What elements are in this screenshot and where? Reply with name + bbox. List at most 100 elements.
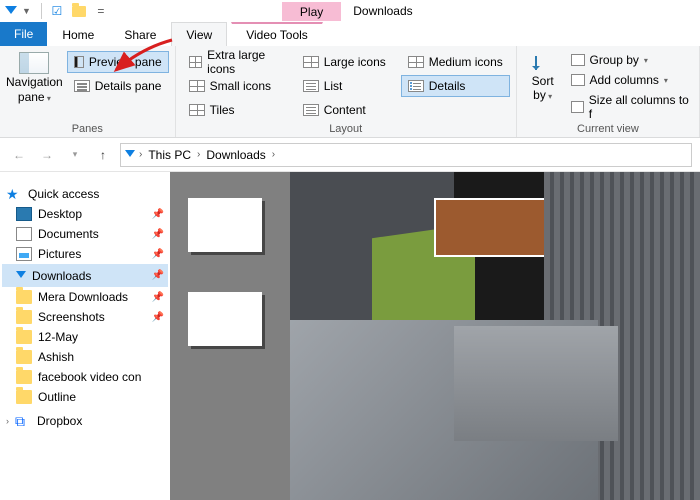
- control-menu-chevron[interactable]: ▼: [22, 6, 31, 16]
- pictures-icon: [16, 247, 32, 261]
- tab-file[interactable]: File: [0, 22, 47, 46]
- folder-icon: [16, 310, 32, 324]
- chevron-right-icon[interactable]: ›: [6, 416, 9, 426]
- details-pane-button[interactable]: Details pane: [67, 75, 169, 97]
- layout-details[interactable]: Details: [401, 75, 510, 97]
- ribbon-tabs: File Home Share View Video Tools: [0, 22, 700, 46]
- crumb-this-pc[interactable]: This PC: [146, 148, 193, 162]
- ribbon: Navigation pane ▾ Preview pane Details p…: [0, 46, 700, 138]
- dropbox-icon: ⧉: [15, 414, 31, 428]
- app-icon: [0, 0, 22, 22]
- group-by-icon: [571, 54, 585, 66]
- navigation-pane-button[interactable]: Navigation pane ▾: [6, 48, 63, 123]
- folder-icon: [16, 370, 32, 384]
- grid-icon: [303, 56, 319, 68]
- tree-item-desktop[interactable]: Desktop📌: [2, 204, 168, 224]
- qat-customize-icon[interactable]: =: [90, 0, 112, 22]
- file-thumbnail-strip: [170, 172, 290, 500]
- tree-item-downloads[interactable]: Downloads📌: [2, 264, 168, 287]
- details-pane-icon: [74, 80, 90, 92]
- video-preview-image: [290, 172, 700, 500]
- recent-locations-button[interactable]: ▾: [64, 144, 86, 166]
- navigation-tree: ★ Quick access Desktop📌 Documents📌 Pictu…: [0, 172, 170, 500]
- layout-content[interactable]: Content: [296, 99, 393, 121]
- breadcrumb[interactable]: › This PC › Downloads ›: [120, 143, 692, 167]
- address-bar: ← → ▾ ↑ › This PC › Downloads ›: [0, 138, 700, 172]
- tab-video-tools[interactable]: Video Tools: [231, 22, 323, 46]
- layout-medium[interactable]: Medium icons: [401, 51, 510, 73]
- tree-item-pictures[interactable]: Pictures📌: [2, 244, 168, 264]
- content-icon: [303, 104, 319, 116]
- layout-small[interactable]: Small icons: [182, 75, 288, 97]
- navigation-pane-icon: [19, 52, 49, 74]
- tab-home[interactable]: Home: [47, 22, 109, 46]
- folder-icon: [16, 330, 32, 344]
- layout-list[interactable]: List: [296, 75, 393, 97]
- chevron-right-icon[interactable]: ›: [272, 149, 275, 160]
- layout-tiles[interactable]: Tiles: [182, 99, 288, 121]
- forward-button[interactable]: →: [36, 144, 58, 166]
- size-columns-icon: [571, 101, 584, 113]
- details-icon: [408, 80, 424, 92]
- tree-item-ashish[interactable]: Ashish: [2, 347, 168, 367]
- add-columns-icon: [571, 74, 585, 86]
- preview-pane-content: [290, 172, 700, 500]
- sort-icon: [531, 52, 555, 74]
- tree-item-facebook[interactable]: facebook video con: [2, 367, 168, 387]
- contextual-tab-header: Play: [282, 2, 341, 21]
- group-current-view-label: Current view: [523, 123, 693, 137]
- group-layout-label: Layout: [182, 123, 510, 137]
- tree-item-screenshots[interactable]: Screenshots📌: [2, 307, 168, 327]
- layout-extra-large[interactable]: Extra large icons: [182, 51, 288, 73]
- desktop-icon: [16, 207, 32, 221]
- window-title: Downloads: [353, 4, 412, 18]
- chevron-right-icon[interactable]: ›: [139, 149, 142, 160]
- titlebar: ▼ ☑ = Play Downloads: [0, 0, 700, 22]
- group-panes: Navigation pane ▾ Preview pane Details p…: [0, 46, 176, 137]
- downloads-icon: [16, 271, 26, 284]
- preview-pane-icon: [74, 56, 84, 68]
- file-thumbnail[interactable]: [188, 292, 262, 346]
- tree-dropbox[interactable]: › ⧉ Dropbox: [2, 411, 168, 431]
- folder-icon: [16, 350, 32, 364]
- location-icon: [125, 150, 135, 163]
- layout-large[interactable]: Large icons: [296, 51, 393, 73]
- list-icon: [303, 80, 319, 92]
- add-columns-button[interactable]: Add columns ▾: [567, 71, 693, 89]
- tiles-icon: [189, 104, 205, 116]
- folder-icon: [16, 390, 32, 404]
- pin-icon: 📌: [152, 270, 164, 281]
- grid-icon: [189, 80, 205, 92]
- star-icon: ★: [6, 187, 22, 201]
- preview-pane-button[interactable]: Preview pane: [67, 51, 169, 73]
- chevron-right-icon[interactable]: ›: [197, 149, 200, 160]
- pin-icon: 📌: [152, 229, 164, 240]
- file-thumbnail[interactable]: [188, 198, 262, 252]
- group-by-button[interactable]: Group by ▾: [567, 51, 693, 69]
- crumb-downloads[interactable]: Downloads: [204, 148, 267, 162]
- chevron-down-icon: ▾: [45, 94, 51, 103]
- qat-properties-icon[interactable]: ☑: [46, 0, 68, 22]
- tree-item-12may[interactable]: 12-May: [2, 327, 168, 347]
- tree-quick-access[interactable]: ★ Quick access: [2, 184, 168, 204]
- up-button[interactable]: ↑: [92, 144, 114, 166]
- grid-icon: [189, 56, 203, 68]
- content-area: ★ Quick access Desktop📌 Documents📌 Pictu…: [0, 172, 700, 500]
- group-sort: Sort by ▾ Group by ▾ Add columns ▾ Size …: [517, 46, 700, 137]
- chevron-down-icon: ▾: [644, 56, 648, 65]
- qat-new-folder-icon[interactable]: [68, 0, 90, 22]
- document-icon: [16, 227, 32, 241]
- back-button[interactable]: ←: [8, 144, 30, 166]
- tab-view[interactable]: View: [171, 22, 227, 46]
- quick-access-toolbar: ☑ =: [33, 0, 112, 22]
- size-all-columns-button[interactable]: Size all columns to f: [567, 91, 693, 123]
- pin-icon: 📌: [152, 292, 164, 303]
- chevron-down-icon: ▾: [546, 92, 552, 101]
- group-panes-label: Panes: [6, 123, 169, 137]
- tree-item-outline[interactable]: Outline: [2, 387, 168, 407]
- tree-item-mera-downloads[interactable]: Mera Downloads📌: [2, 287, 168, 307]
- tree-item-documents[interactable]: Documents📌: [2, 224, 168, 244]
- tab-share[interactable]: Share: [109, 22, 171, 46]
- sort-by-button[interactable]: Sort by ▾: [523, 48, 563, 123]
- group-layout: Extra large icons Large icons Medium ico…: [176, 46, 517, 137]
